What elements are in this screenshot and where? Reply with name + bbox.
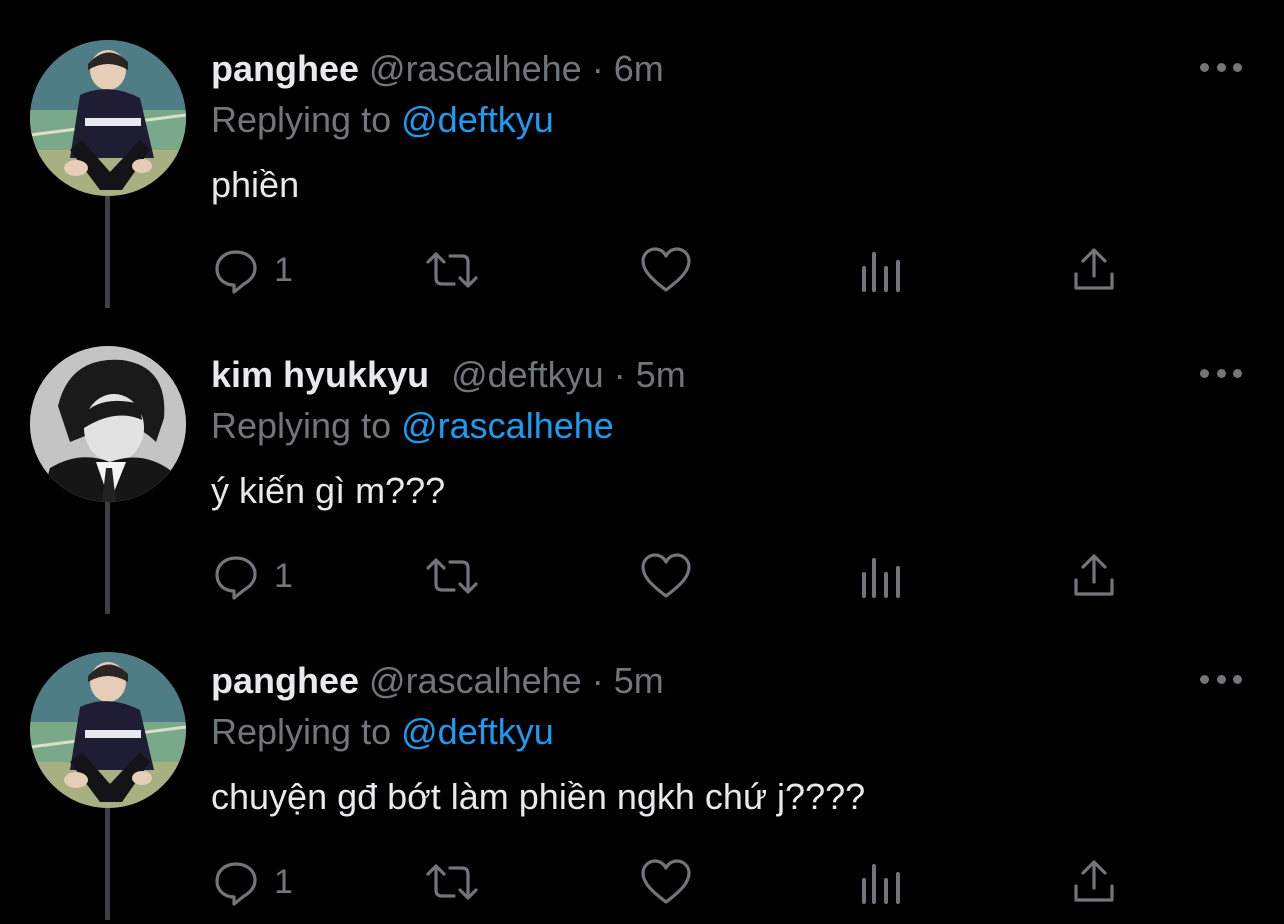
retweet-button[interactable]: [424, 244, 480, 296]
share-button[interactable]: [1070, 856, 1118, 908]
like-button[interactable]: [640, 550, 692, 602]
avatar[interactable]: [30, 346, 186, 502]
avatar-photo-color: [30, 652, 186, 808]
replying-to-mention[interactable]: @deftkyu: [401, 99, 554, 140]
replying-to-label: Replying to: [211, 405, 392, 446]
heart-icon: [641, 247, 691, 292]
more-options-button[interactable]: [1198, 55, 1244, 79]
tweet[interactable]: panghee @rascalhehe · 6m Replying to @def…: [0, 0, 1284, 308]
tweet-time[interactable]: 6m: [614, 48, 664, 89]
like-button[interactable]: [640, 244, 692, 296]
reply-bubble-icon: [215, 556, 257, 600]
share-upload-icon: [1074, 248, 1114, 290]
heart-icon: [641, 859, 691, 904]
replying-to-line: Replying to @deftkyu: [211, 97, 554, 143]
tweet-text: phiền: [211, 164, 300, 205]
reply-button[interactable]: 1: [212, 550, 293, 602]
avatar-photo-color: [30, 40, 186, 196]
views-bars-icon: [862, 864, 900, 904]
avatar[interactable]: [30, 40, 186, 196]
replying-to-label: Replying to: [211, 99, 392, 140]
display-name[interactable]: panghee: [211, 660, 359, 701]
tweet-header: panghee @rascalhehe · 6m: [211, 46, 664, 92]
reply-thread: panghee @rascalhehe · 6m Replying to @def…: [0, 0, 1284, 924]
replying-to-label: Replying to: [211, 711, 392, 752]
views-bars-icon: [862, 252, 900, 292]
reply-count: 1: [274, 251, 293, 289]
views-button[interactable]: [858, 856, 904, 908]
avatar[interactable]: [30, 652, 186, 808]
views-button[interactable]: [858, 244, 904, 296]
retweet-icon: [426, 558, 478, 594]
reply-button[interactable]: 1: [212, 244, 293, 296]
more-horizontal-icon: [1200, 368, 1209, 378]
tweet-actions: 1: [0, 550, 1284, 602]
share-button[interactable]: [1070, 244, 1118, 296]
reply-bubble-icon: [215, 250, 257, 294]
tweet-text: ý kiến gì m???: [211, 470, 446, 511]
more-horizontal-icon: [1233, 674, 1242, 684]
retweet-button[interactable]: [424, 550, 480, 602]
meta-separator: ·: [591, 660, 604, 701]
replying-to-line: Replying to @deftkyu: [211, 709, 554, 755]
more-options-button[interactable]: [1198, 361, 1244, 385]
tweet-actions: 1: [0, 244, 1284, 296]
heart-icon: [641, 553, 691, 598]
user-handle[interactable]: @rascalhehe: [369, 660, 582, 701]
reply-button[interactable]: 1: [212, 856, 293, 908]
like-button[interactable]: [640, 856, 692, 908]
tweet-text: chuyện gđ bớt làm phiền ngkh chứ j????: [211, 776, 866, 817]
reply-count: 1: [274, 557, 293, 595]
more-options-button[interactable]: [1198, 667, 1244, 691]
more-horizontal-icon: [1233, 368, 1242, 378]
tweet-time[interactable]: 5m: [614, 660, 664, 701]
more-horizontal-icon: [1233, 62, 1242, 72]
share-upload-icon: [1074, 860, 1114, 902]
views-button[interactable]: [858, 550, 904, 602]
more-horizontal-icon: [1200, 674, 1209, 684]
share-button[interactable]: [1070, 550, 1118, 602]
tweet-header: panghee @rascalhehe · 5m: [211, 658, 664, 704]
retweet-icon: [426, 864, 478, 900]
tweet-header: kim hyukkyu @deftkyu · 5m: [211, 352, 686, 398]
display-name[interactable]: panghee: [211, 48, 359, 89]
views-bars-icon: [862, 558, 900, 598]
replying-to-mention[interactable]: @deftkyu: [401, 711, 554, 752]
user-handle[interactable]: @rascalhehe: [369, 48, 582, 89]
display-name[interactable]: kim hyukkyu: [211, 354, 429, 395]
meta-separator: ·: [613, 354, 626, 395]
tweet-time[interactable]: 5m: [636, 354, 686, 395]
retweet-button[interactable]: [424, 856, 480, 908]
reply-bubble-icon: [215, 862, 257, 906]
tweet[interactable]: kim hyukkyu @deftkyu · 5m Replying to @ra…: [0, 306, 1284, 614]
more-horizontal-icon: [1216, 368, 1226, 378]
replying-to-mention[interactable]: @rascalhehe: [401, 405, 614, 446]
tweet-actions: 1: [0, 856, 1284, 908]
replying-to-line: Replying to @rascalhehe: [211, 403, 614, 449]
reply-count: 1: [274, 863, 293, 901]
tweet[interactable]: panghee @rascalhehe · 5m Replying to @def…: [0, 612, 1284, 920]
meta-separator: ·: [591, 48, 604, 89]
user-handle[interactable]: @deftkyu: [451, 354, 604, 395]
retweet-icon: [426, 252, 478, 288]
more-horizontal-icon: [1216, 674, 1226, 684]
more-horizontal-icon: [1200, 62, 1209, 72]
more-horizontal-icon: [1216, 62, 1226, 72]
avatar-photo-monochrome: [30, 346, 186, 502]
share-upload-icon: [1074, 554, 1114, 596]
